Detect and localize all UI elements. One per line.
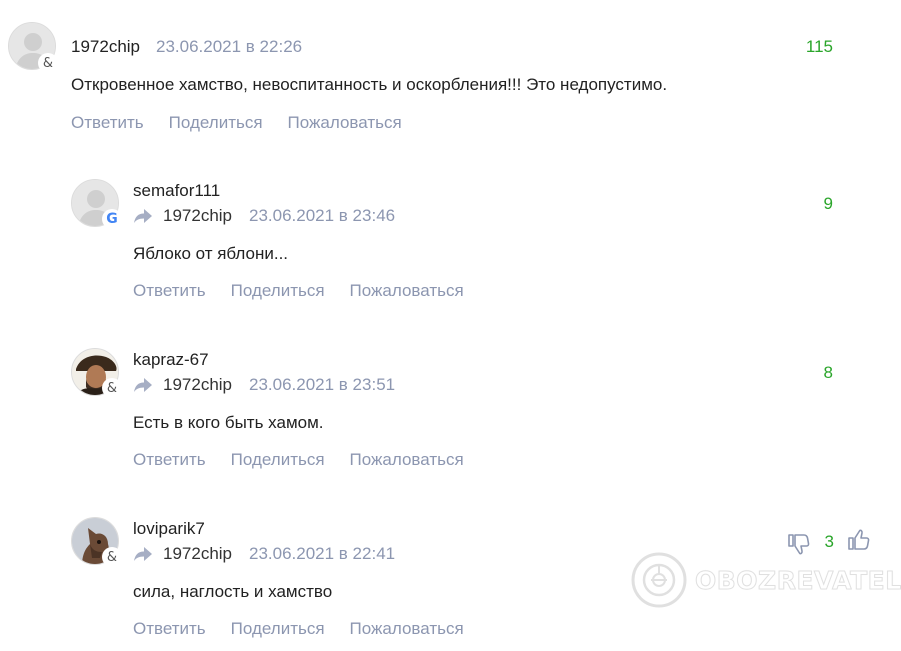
report-button[interactable]: Пожаловаться <box>288 113 402 133</box>
reply-to-username[interactable]: 1972chip <box>163 544 232 564</box>
report-button[interactable]: Пожаловаться <box>350 619 464 639</box>
comment-rating: 9 <box>823 194 833 213</box>
share-button[interactable]: Поделиться <box>231 450 325 470</box>
reply-to[interactable]: 1972chip <box>133 206 232 226</box>
watermark-text: OBOZREVATEL <box>695 565 901 595</box>
reply-button[interactable]: Ответить <box>133 450 206 470</box>
comment-text: Яблоко от яблони... <box>133 244 289 263</box>
reply-arrow-icon <box>134 547 152 561</box>
share-button[interactable]: Поделиться <box>231 619 325 639</box>
reply-button[interactable]: Ответить <box>133 281 206 301</box>
ampersand-badge-icon: & <box>102 378 122 398</box>
comment-actions: Ответить Поделиться Пожаловаться <box>133 450 464 470</box>
share-button[interactable]: Поделиться <box>169 113 263 133</box>
comment-date: 23.06.2021 в 22:26 <box>156 37 303 56</box>
reply-to-username[interactable]: 1972chip <box>163 375 232 395</box>
ampersand-badge-icon: & <box>102 547 122 567</box>
report-button[interactable]: Пожаловаться <box>350 281 464 301</box>
comment-username[interactable]: kapraz-67 <box>133 350 209 370</box>
comment-username[interactable]: loviparik7 <box>133 519 205 539</box>
comment-actions: Ответить Поделиться Пожаловаться <box>133 619 464 639</box>
reply-to[interactable]: 1972chip <box>133 375 232 395</box>
thumbs-up-icon[interactable] <box>846 528 870 552</box>
comment-username[interactable]: semafor111 <box>133 181 220 201</box>
obozrevatel-watermark: OBOZREVATEL <box>631 552 901 608</box>
reply-arrow-icon <box>134 209 152 223</box>
reply-to-username[interactable]: 1972chip <box>163 206 232 226</box>
google-badge-icon: G <box>102 209 122 229</box>
comment-text: сила, наглость и хамство <box>133 582 333 601</box>
share-button[interactable]: Поделиться <box>231 281 325 301</box>
comment-text: Откровенное хамство, невоспитанность и о… <box>71 75 668 94</box>
comment-text: Есть в кого быть хамом. <box>133 413 324 432</box>
reply-to[interactable]: 1972chip <box>133 544 232 564</box>
comment-date: 23.06.2021 в 23:46 <box>249 206 396 225</box>
obozrevatel-logo-icon <box>631 552 687 608</box>
reply-button[interactable]: Ответить <box>71 113 144 133</box>
comments-page: & 1972chip 23.06.2021 в 22:26 115 Откров… <box>0 0 901 651</box>
comment-rating: 115 <box>805 37 833 56</box>
comment-date: 23.06.2021 в 22:41 <box>249 544 396 563</box>
comment-rating: 3 <box>824 532 834 551</box>
reply-button[interactable]: Ответить <box>133 619 206 639</box>
comment-rating: 8 <box>823 363 833 382</box>
ampersand-badge-icon: & <box>38 53 58 73</box>
comment-actions: Ответить Поделиться Пожаловаться <box>71 113 402 133</box>
reply-arrow-icon <box>134 378 152 392</box>
comment-date: 23.06.2021 в 23:51 <box>249 375 396 394</box>
comment-username[interactable]: 1972chip <box>71 37 140 57</box>
report-button[interactable]: Пожаловаться <box>350 450 464 470</box>
comment-actions: Ответить Поделиться Пожаловаться <box>133 281 464 301</box>
